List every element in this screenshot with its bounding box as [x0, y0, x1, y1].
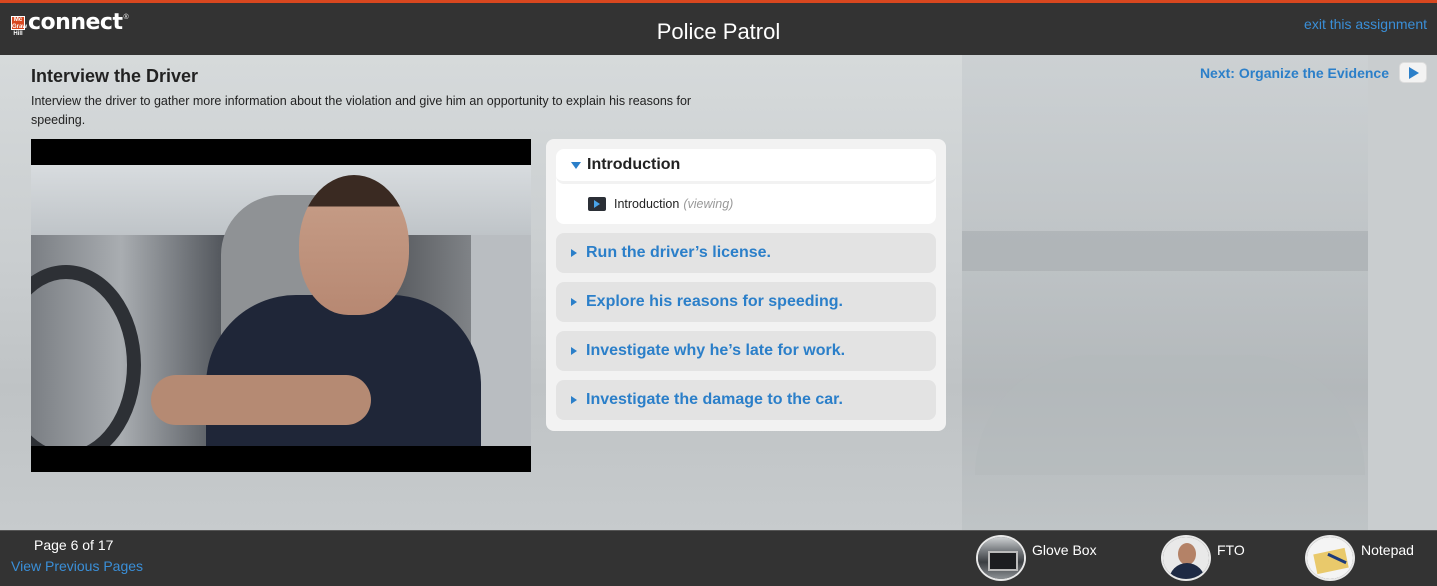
menu-item-car-damage[interactable]: Investigate the damage to the car. [556, 380, 936, 420]
menu-section-header[interactable]: Introduction [556, 149, 936, 184]
fto-button[interactable]: FTO [1161, 535, 1245, 581]
video-player[interactable] [31, 139, 531, 472]
background-lightbar [962, 231, 1368, 271]
video-clip-icon [588, 197, 606, 211]
driver-head [299, 175, 409, 315]
background-car [975, 355, 1365, 475]
menu-sub-item-label[interactable]: Introduction [614, 197, 679, 211]
collapsed-triangle-icon [571, 347, 577, 355]
glove-box-icon [976, 535, 1026, 581]
notepad-button[interactable]: Notepad [1305, 535, 1414, 581]
menu-item-label[interactable]: Run the driver’s license. [586, 244, 771, 262]
background-right-strip [1368, 55, 1437, 531]
menu-section-label[interactable]: Introduction [587, 156, 680, 174]
menu-item-label[interactable]: Investigate the damage to the car. [586, 391, 843, 409]
driver-arm [151, 375, 371, 425]
menu-sub-item-introduction[interactable]: Introduction (viewing) [556, 184, 936, 224]
top-bar: Mc Graw Hill connect ® Police Patrol exi… [0, 0, 1437, 55]
menu-item-reasons-speeding[interactable]: Explore his reasons for speeding. [556, 282, 936, 322]
page-indicator: Page 6 of 17 [34, 537, 114, 553]
menu-item-late-for-work[interactable]: Investigate why he’s late for work. [556, 331, 936, 371]
collapsed-triangle-icon [571, 396, 577, 404]
app-title: Police Patrol [656, 19, 781, 44]
glove-box-button[interactable]: Glove Box [976, 535, 1097, 581]
view-previous-pages-link[interactable]: View Previous Pages [11, 558, 143, 574]
video-frame[interactable] [31, 165, 531, 446]
play-arrow-icon [1409, 66, 1419, 79]
notepad-icon [1305, 535, 1355, 581]
collapsed-triangle-icon [571, 298, 577, 306]
interview-menu: Introduction Introduction (viewing) Run … [546, 139, 946, 431]
viewing-state: (viewing) [683, 197, 734, 211]
fto-label[interactable]: FTO [1217, 542, 1245, 558]
next-page-link[interactable]: Next: Organize the Evidence [1200, 62, 1427, 83]
menu-item-label[interactable]: Explore his reasons for speeding. [586, 293, 843, 311]
expanded-triangle-icon [571, 161, 581, 169]
exit-assignment-link[interactable]: exit this assignment [1304, 16, 1427, 32]
next-page-label[interactable]: Next: Organize the Evidence [1200, 65, 1389, 81]
page-title: Interview the Driver [31, 66, 199, 86]
menu-item-run-license[interactable]: Run the driver’s license. [556, 233, 936, 273]
next-button[interactable] [1399, 62, 1427, 83]
menu-section-introduction: Introduction Introduction (viewing) [556, 149, 936, 224]
fto-avatar-icon [1161, 535, 1211, 581]
menu-item-label[interactable]: Investigate why he’s late for work. [586, 342, 845, 360]
bottom-bar: Page 6 of 17 View Previous Pages Glove B… [0, 530, 1437, 586]
glove-box-label[interactable]: Glove Box [1032, 542, 1097, 558]
collapsed-triangle-icon [571, 249, 577, 257]
page-description: Interview the driver to gather more info… [31, 94, 692, 127]
steering-wheel [31, 265, 141, 446]
notepad-label[interactable]: Notepad [1361, 542, 1414, 558]
